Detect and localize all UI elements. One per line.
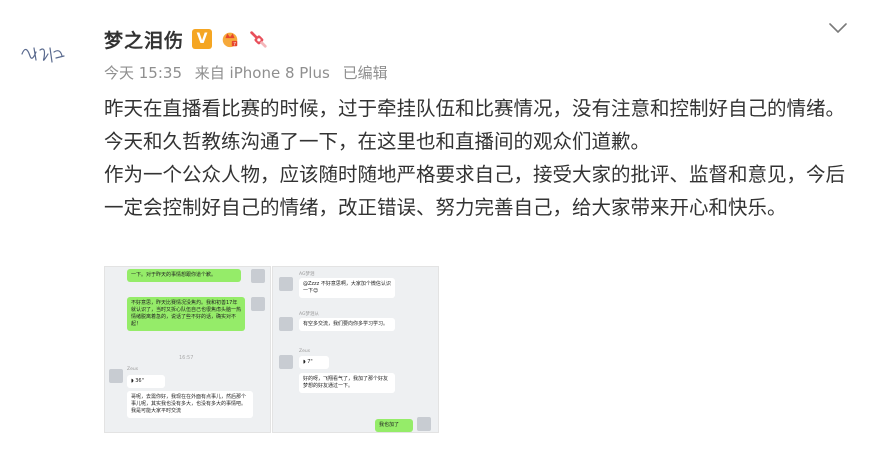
post-paragraph: 昨天在直播看比赛的时候，过于牵挂队伍和比赛情况，没有注意和控制好自己的情绪。今天… bbox=[104, 97, 846, 153]
chat-avatar bbox=[279, 277, 293, 291]
chat-bubble: @Zzzz 不好意思啊，大家加个微信认识一下😊 bbox=[299, 278, 395, 298]
chat-sender: AG梦泪从 bbox=[299, 312, 319, 317]
crown-badge-icon[interactable]: 7 bbox=[220, 29, 240, 49]
chat-avatar bbox=[279, 355, 293, 369]
post-paragraph: 作为一个公众人物，应该随时随地严格要求自己，接受大家的批评、监督和意见，今后一定… bbox=[104, 163, 846, 219]
post-image-1[interactable]: 一下。对于昨天的事情想跟你道个歉。 不好意思，昨天比赛情况没焦灼。我和初善17年… bbox=[104, 266, 271, 433]
username-row: 梦之泪伤 V 7 bbox=[104, 24, 268, 54]
chat-bubble: 一下。对于昨天的事情想跟你道个歉。 bbox=[127, 269, 241, 282]
edited-label[interactable]: 已编辑 bbox=[343, 64, 388, 82]
candy-badge-icon[interactable] bbox=[248, 29, 268, 49]
chat-avatar bbox=[251, 269, 265, 283]
chat-avatar bbox=[279, 317, 293, 331]
voice-duration: 36" bbox=[135, 378, 144, 384]
chat-sender: AG梦泪 bbox=[299, 272, 315, 277]
post-image-2[interactable]: AG梦泪 @Zzzz 不好意思啊，大家加个微信认识一下😊 AG梦泪从 有空多交流… bbox=[272, 266, 439, 433]
voice-bubble: ◗ 36" bbox=[127, 375, 165, 388]
chat-time: 16:57 bbox=[179, 355, 194, 361]
more-options-button[interactable] bbox=[825, 18, 851, 38]
verified-v-icon[interactable]: V bbox=[192, 29, 213, 49]
post-time[interactable]: 今天 15:35 bbox=[104, 64, 182, 82]
chat-bubble: 哥呢，去需你好，我现在在外面有点事儿，然后那个事儿呢，其实我也没有多大，也没有多… bbox=[127, 391, 253, 418]
post-meta: 今天 15:35 来自 iPhone 8 Plus 已编辑 bbox=[104, 62, 396, 83]
chat-bubble: 我也加了 bbox=[375, 419, 413, 432]
voice-duration: 7" bbox=[307, 359, 313, 365]
voice-bubble: ◗ 7" bbox=[299, 356, 329, 369]
post-source[interactable]: 来自 iPhone 8 Plus bbox=[195, 64, 330, 82]
svg-text:7: 7 bbox=[233, 41, 236, 47]
user-avatar[interactable] bbox=[16, 34, 70, 74]
username[interactable]: 梦之泪伤 bbox=[104, 26, 184, 53]
chat-avatar bbox=[251, 297, 265, 311]
post-content: 昨天在直播看比赛的时候，过于牵挂队伍和比赛情况，没有注意和控制好自己的情绪。今天… bbox=[104, 92, 849, 224]
chat-sender: Zeus bbox=[127, 367, 139, 372]
chat-bubble: 有空多交流，我们要向你多学习学习。 bbox=[299, 318, 395, 331]
chat-avatar bbox=[417, 417, 431, 431]
chat-sender: Zeus bbox=[299, 349, 311, 354]
chevron-down-icon bbox=[829, 23, 847, 33]
chat-bubble: 好的呀，飞翔看气了，我加了那个好友梦想的好友通过一下。 bbox=[299, 373, 395, 393]
chat-bubble: 不好意思，昨天比赛情况没焦灼。我和初善17年就认识了，当时又拆心队伍自己也很焦虑… bbox=[127, 297, 245, 331]
chat-avatar bbox=[109, 369, 123, 383]
